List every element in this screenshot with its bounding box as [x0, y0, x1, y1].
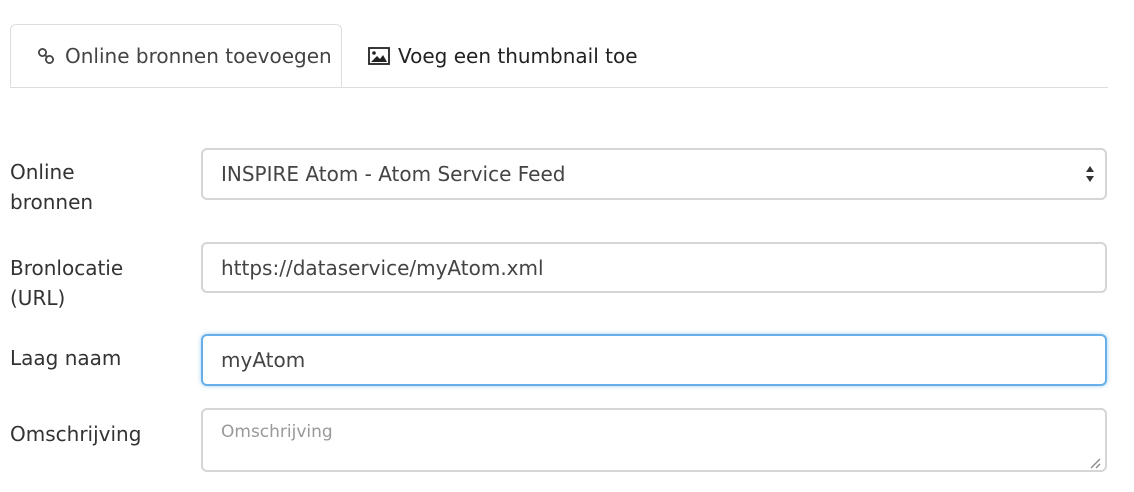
- tab-thumbnail[interactable]: Voeg een thumbnail toe: [368, 24, 638, 87]
- online-resources-label: Online bronnen: [10, 160, 94, 214]
- tab-thumbnail-label: Voeg een thumbnail toe: [398, 43, 638, 68]
- add-resources-panel: Online bronnen toevoegen Voeg een thumbn…: [0, 0, 1134, 492]
- source-location-input[interactable]: https://dataservice/myAtom.xml: [201, 242, 1107, 293]
- description-label: Omschrijving: [10, 422, 142, 446]
- resize-grip-icon[interactable]: [1089, 454, 1101, 469]
- online-resources-selected-value: INSPIRE Atom - Atom Service Feed: [221, 162, 566, 186]
- layer-name-label: Laag naam: [10, 346, 122, 370]
- select-arrows-icon: [1085, 164, 1095, 184]
- tab-bar: Online bronnen toevoegen Voeg een thumbn…: [10, 24, 1108, 88]
- online-resources-select[interactable]: INSPIRE Atom - Atom Service Feed: [201, 148, 1107, 200]
- image-icon: [368, 45, 390, 67]
- description-row: Omschrijving Omschrijving: [10, 408, 1108, 472]
- online-resources-row: Online bronnen INSPIRE Atom - Atom Servi…: [10, 148, 1108, 214]
- tab-online-resources[interactable]: Online bronnen toevoegen: [10, 24, 342, 87]
- description-textarea[interactable]: Omschrijving: [201, 408, 1107, 472]
- source-location-value: https://dataservice/myAtom.xml: [221, 255, 544, 280]
- source-location-row: Bronlocatie (URL) https://dataservice/my…: [10, 242, 1108, 310]
- layer-name-row: Laag naam myAtom: [10, 334, 1108, 386]
- link-icon: [35, 45, 57, 67]
- description-placeholder: Omschrijving: [221, 422, 333, 442]
- layer-name-input[interactable]: myAtom: [201, 334, 1107, 386]
- tab-online-resources-label: Online bronnen toevoegen: [65, 43, 332, 68]
- layer-name-value: myAtom: [221, 348, 306, 372]
- source-location-label: Bronlocatie (URL): [10, 256, 124, 310]
